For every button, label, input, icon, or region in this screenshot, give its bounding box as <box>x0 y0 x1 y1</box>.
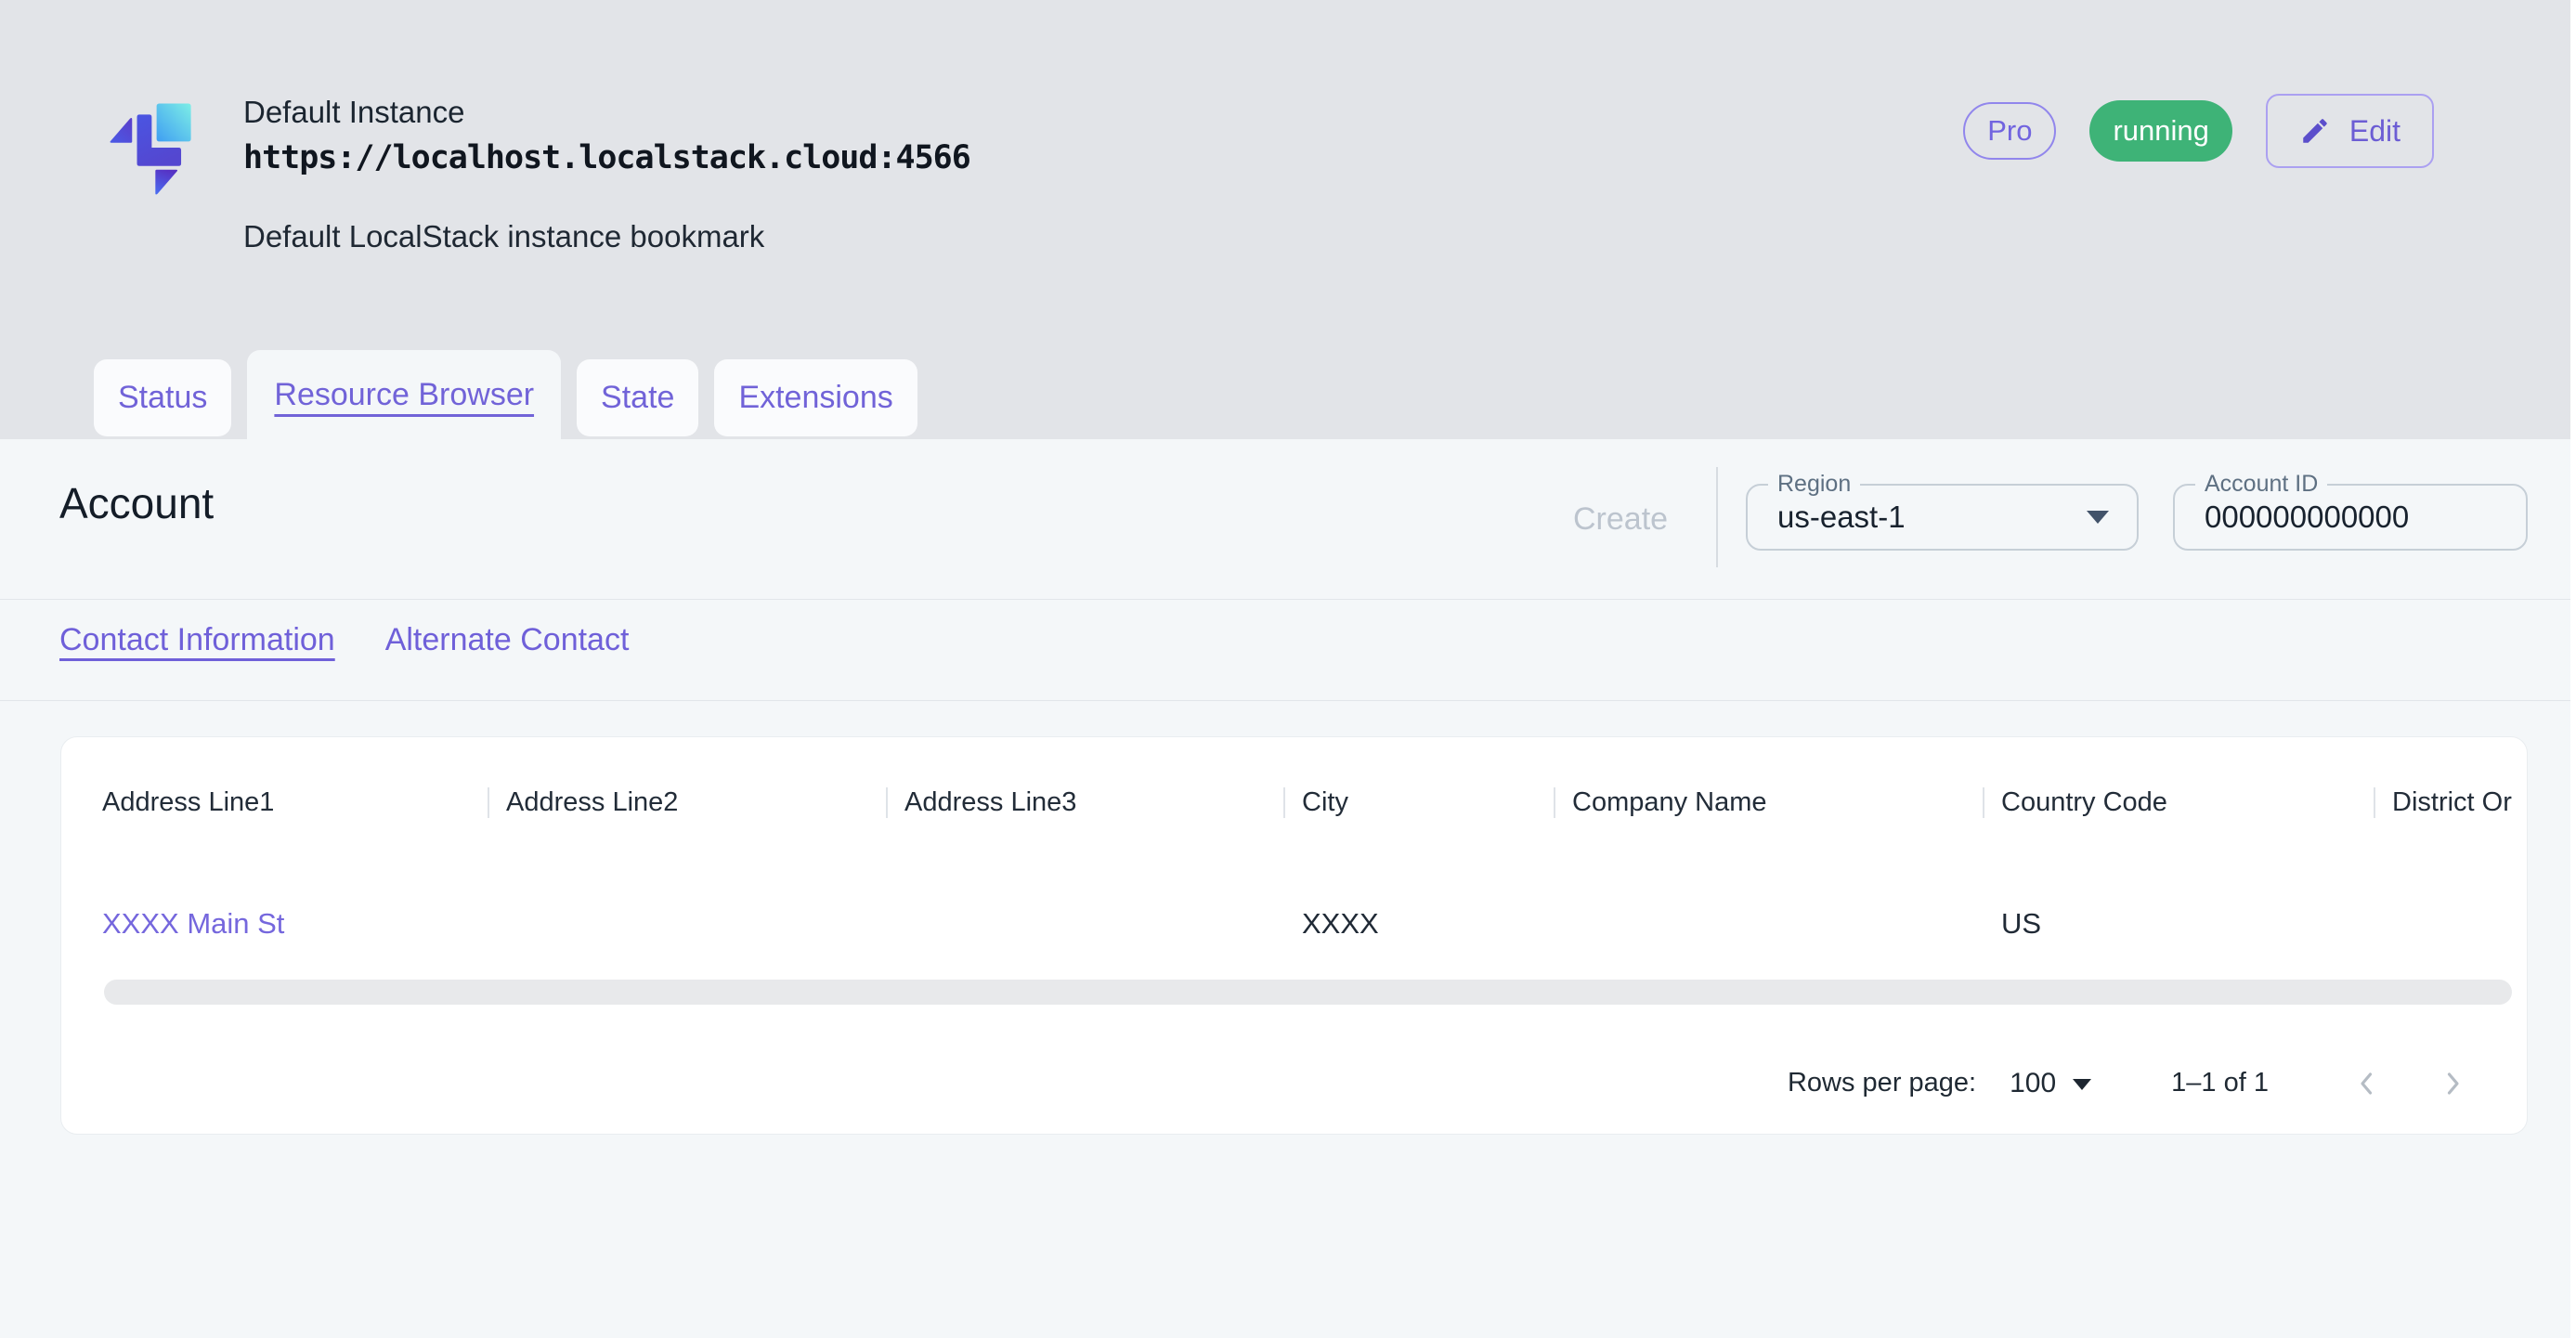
instance-description: Default LocalStack instance bookmark <box>243 219 970 254</box>
column-header-district: District Or <box>2374 787 2527 818</box>
plan-badge: Pro <box>1963 102 2056 160</box>
account-id-input[interactable] <box>2205 500 2483 535</box>
results-table-card: Address Line1 Address Line2 Address Line… <box>60 736 2528 1135</box>
pencil-icon <box>2299 115 2331 147</box>
instance-badges: Pro running Edit <box>1963 94 2434 168</box>
column-header-address-line2: Address Line2 <box>488 787 886 818</box>
account-id-field[interactable]: Account ID <box>2173 473 2528 551</box>
region-select-label: Region <box>1768 473 1860 496</box>
column-header-company-name: Company Name <box>1554 787 1983 818</box>
dropdown-arrow-icon <box>2087 511 2109 524</box>
rows-per-page-value: 100 <box>2010 1068 2056 1099</box>
instance-url: https://localhost.localstack.cloud:4566 <box>243 136 970 180</box>
subtab-alternate-contact[interactable]: Alternate Contact <box>385 622 630 658</box>
column-header-address-line1: Address Line1 <box>61 787 488 818</box>
subtab-contact-information[interactable]: Contact Information <box>59 622 335 658</box>
row-address-link[interactable]: XXXX Main St <box>102 907 284 940</box>
horizontal-scrollbar[interactable] <box>104 980 2512 1005</box>
tab-resource-browser[interactable]: Resource Browser <box>247 350 561 439</box>
status-badge: running <box>2089 100 2231 162</box>
resource-browser-panel: Account Create Region us-east-1 Account … <box>0 439 2576 1338</box>
toolbar-divider <box>1716 467 1718 567</box>
tab-extensions[interactable]: Extensions <box>714 359 917 436</box>
tab-extensions-label: Extensions <box>738 380 892 416</box>
tab-state-label: State <box>601 380 674 416</box>
rows-per-page-select[interactable]: 100 <box>2010 1068 2091 1099</box>
scrollbar-gutter <box>2570 0 2576 1338</box>
chevron-right-icon <box>2436 1067 2469 1100</box>
table-header-row: Address Line1 Address Line2 Address Line… <box>61 737 2527 868</box>
next-page-button[interactable] <box>2436 1067 2469 1100</box>
select-caret-icon <box>2073 1079 2091 1090</box>
section-divider <box>0 599 2576 600</box>
instance-title: Default Instance <box>243 93 970 132</box>
edit-button-label: Edit <box>2349 114 2400 149</box>
instance-tabs: Status Resource Browser State Extensions <box>94 350 917 439</box>
tab-status[interactable]: Status <box>94 359 231 436</box>
create-button[interactable]: Create <box>1568 500 1673 539</box>
account-id-field-label: Account ID <box>2195 473 2327 496</box>
column-header-country-code: Country Code <box>1983 787 2374 818</box>
chevron-left-icon <box>2350 1067 2384 1100</box>
section-divider <box>0 700 2576 701</box>
previous-page-button[interactable] <box>2350 1067 2384 1100</box>
pagination-range: 1–1 of 1 <box>2171 1068 2269 1098</box>
instance-info: Default Instance https://localhost.local… <box>243 93 970 254</box>
table-pagination: Rows per page: 100 1–1 of 1 <box>61 1005 2527 1135</box>
row-cell-country-code: US <box>1983 907 2374 941</box>
region-select[interactable]: Region us-east-1 <box>1746 473 2139 551</box>
table-row: XXXX Main St XXXX US <box>61 868 2527 980</box>
page-title: Account <box>59 478 214 528</box>
region-select-value: us-east-1 <box>1777 500 1906 535</box>
tab-resource-browser-label: Resource Browser <box>274 377 534 413</box>
resource-subtabs: Contact Information Alternate Contact <box>59 622 629 658</box>
row-cell-city: XXXX <box>1283 907 1554 941</box>
edit-button[interactable]: Edit <box>2266 94 2434 168</box>
tab-status-label: Status <box>118 380 207 416</box>
rows-per-page-label: Rows per page: <box>1788 1068 1976 1098</box>
instance-header: Default Instance https://localhost.local… <box>0 0 2576 439</box>
localstack-logo-icon <box>93 84 215 212</box>
column-header-city: City <box>1283 787 1554 818</box>
tab-state[interactable]: State <box>577 359 698 436</box>
column-header-address-line3: Address Line3 <box>886 787 1283 818</box>
